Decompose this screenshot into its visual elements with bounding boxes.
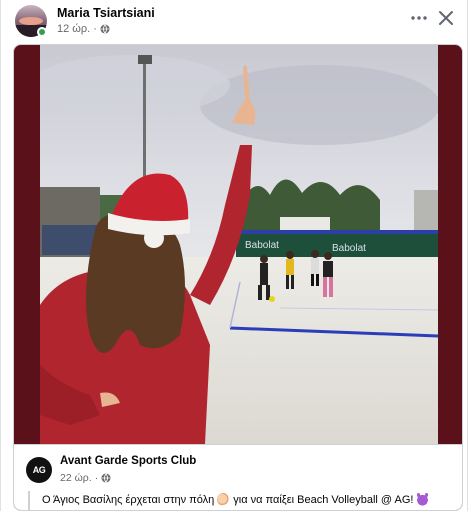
globe-icon xyxy=(101,473,111,483)
author-name[interactable]: Maria Tsiartsiani xyxy=(57,6,155,20)
avatar-sunset xyxy=(19,17,43,25)
post-meta: 12 ώρ. · xyxy=(57,23,110,35)
caption-text-1: Ο Άγιος Βασίλης έρχεται στην πόλη xyxy=(42,493,215,506)
globe-icon xyxy=(100,24,110,34)
club-meta-separator: · xyxy=(94,472,99,484)
banner-logo-babolat-2: Babolat xyxy=(332,243,366,254)
shared-post-frame[interactable]: Babolat Babolat AG Avant Garde Sports Cl… xyxy=(13,44,463,511)
online-status-dot xyxy=(37,27,47,37)
club-logo[interactable]: AG xyxy=(26,457,52,483)
club-name[interactable]: Avant Garde Sports Club xyxy=(60,455,196,467)
waving-hand-emoji-icon xyxy=(217,493,231,506)
caption-text-2: για να παίξει Beach Volleyball @ AG! xyxy=(233,493,414,506)
post-caption: Ο Άγιος Βασίλης έρχεται στην πόλη για να… xyxy=(42,493,430,506)
banner-logo-babolat: Babolat xyxy=(245,240,279,251)
club-post-time[interactable]: 22 ώρ. xyxy=(60,472,92,484)
smiling-devil-emoji-icon xyxy=(416,493,430,506)
post-time[interactable]: 12 ώρ. xyxy=(57,23,90,35)
facebook-post-card: Maria Tsiartsiani 12 ώρ. · Babolat Babol… xyxy=(0,0,468,511)
post-photo[interactable]: Babolat Babolat xyxy=(40,45,438,444)
caption-quote-bar xyxy=(28,491,30,510)
meta-separator: · xyxy=(93,23,97,35)
shared-post-info: AG Avant Garde Sports Club 22 ώρ. · Ο Άγ… xyxy=(14,444,462,510)
post-header: Maria Tsiartsiani 12 ώρ. · xyxy=(1,0,467,44)
more-horizontal-icon[interactable] xyxy=(409,8,429,28)
close-icon[interactable] xyxy=(437,9,455,27)
club-meta: 22 ώρ. · xyxy=(60,472,111,484)
